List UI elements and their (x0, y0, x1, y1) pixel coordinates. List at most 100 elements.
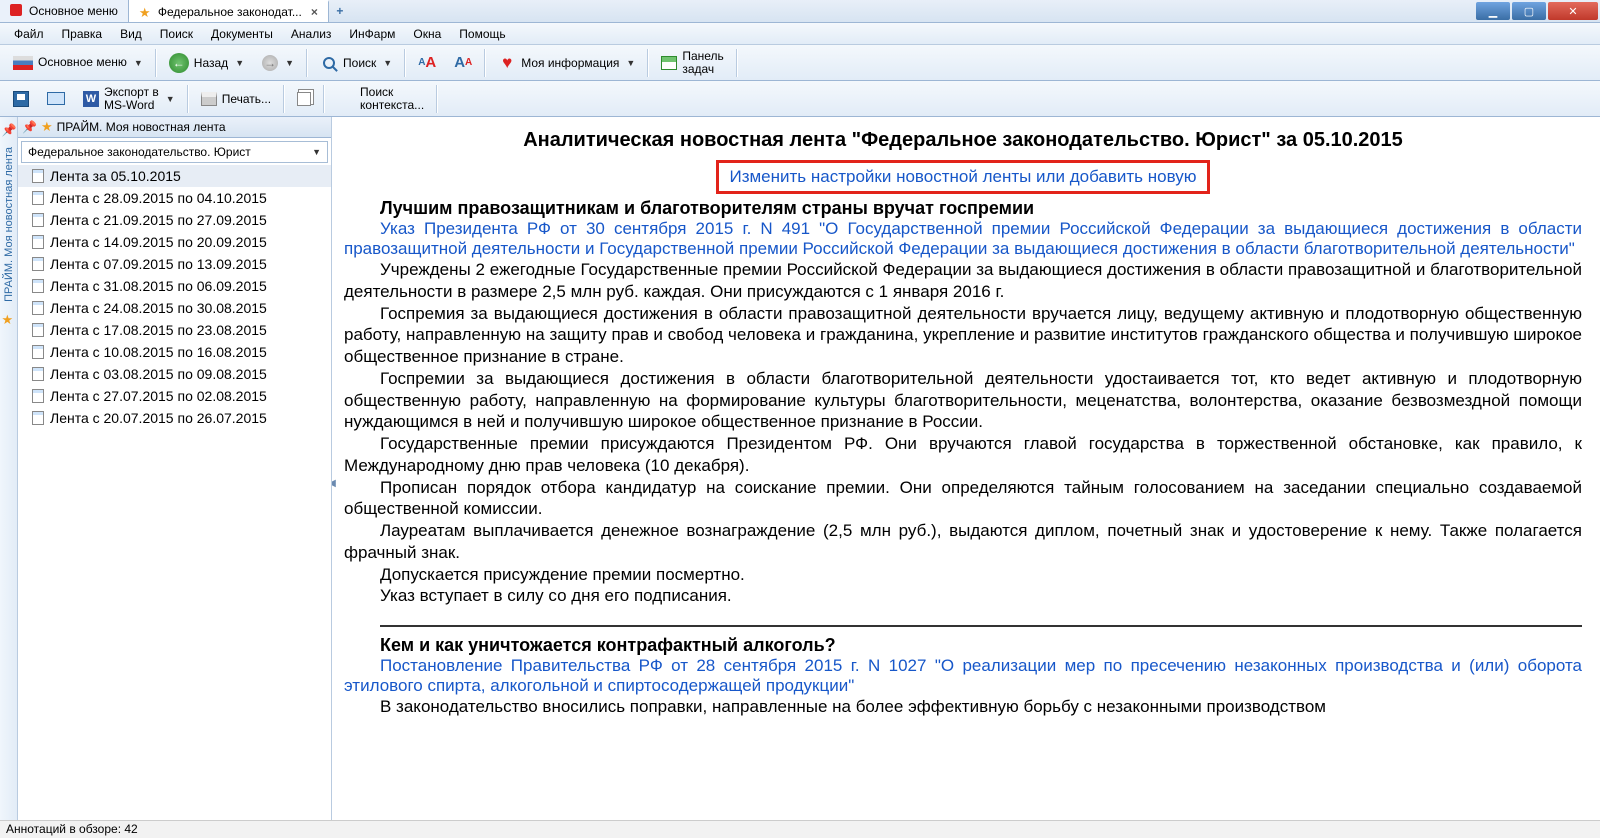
tree-header: 📌 ★ ПРАЙМ. Моя новостная лента (18, 117, 331, 138)
list-item[interactable]: Лента с 20.07.2015 по 26.07.2015 (18, 407, 331, 429)
list-item-label: Лента с 20.07.2015 по 26.07.2015 (50, 410, 267, 426)
star-icon: ★ (41, 119, 53, 135)
heart-icon: ♥ (498, 54, 516, 72)
menu-windows[interactable]: Окна (405, 25, 449, 43)
my-info-button[interactable]: ♥ Моя информация ▼ (489, 50, 644, 76)
list-item[interactable]: Лента с 24.08.2015 по 30.08.2015 (18, 297, 331, 319)
print-label: Печать... (222, 92, 271, 106)
list-item[interactable]: Лента с 17.08.2015 по 23.08.2015 (18, 319, 331, 341)
back-button[interactable]: ← Назад ▼ (160, 49, 253, 77)
paragraph: В законодательство вносились поправки, н… (344, 696, 1582, 718)
separator (380, 625, 1582, 627)
tree-list: Лента за 05.10.2015 Лента с 28.09.2015 п… (18, 165, 331, 820)
back-icon: ← (169, 53, 189, 73)
find-context-button[interactable]: Поискконтекста... (328, 82, 433, 115)
tab-label: Основное меню (29, 4, 118, 18)
search-icon (320, 54, 338, 72)
settings-link[interactable]: Изменить настройки новостной ленты или д… (716, 160, 1209, 194)
chevron-down-icon: ▼ (383, 58, 392, 68)
list-item[interactable]: Лента с 31.08.2015 по 06.09.2015 (18, 275, 331, 297)
tab-document[interactable]: ★ Федеральное законодат... × (129, 0, 329, 22)
menu-file[interactable]: Файл (6, 25, 52, 43)
list-item[interactable]: Лента с 10.08.2015 по 16.08.2015 (18, 341, 331, 363)
document-link[interactable]: Указ Президента РФ от 30 сентября 2015 г… (344, 219, 1582, 259)
task-panel-button[interactable]: Панельзадач (652, 46, 732, 79)
tab-label: Федеральное законодат... (158, 5, 302, 19)
maximize-button[interactable]: ▢ (1512, 2, 1546, 20)
close-button[interactable]: ✕ (1548, 2, 1598, 20)
doc-icon (32, 191, 44, 205)
list-item[interactable]: Лента с 27.07.2015 по 02.08.2015 (18, 385, 331, 407)
forward-icon: → (262, 55, 278, 71)
menubar: Файл Правка Вид Поиск Документы Анализ И… (0, 23, 1600, 45)
list-item-label: Лента с 28.09.2015 по 04.10.2015 (50, 190, 267, 206)
pin-icon[interactable]: 📌 (22, 120, 37, 134)
search-label: Поиск (343, 56, 376, 70)
font-decrease-icon: AA (454, 54, 472, 72)
page-title: Аналитическая новостная лента "Федеральн… (344, 129, 1582, 152)
main-menu-button[interactable]: Основное меню ▼ (4, 52, 152, 74)
splitter-handle[interactable]: ◀ (332, 469, 335, 499)
menu-analysis[interactable]: Анализ (283, 25, 340, 43)
font-increase-button[interactable]: AA (409, 50, 445, 76)
rail-label[interactable]: ПРАЙМ. Моя новостная лента (3, 143, 15, 306)
doc-icon (32, 411, 44, 425)
article-heading: Лучшим правозащитникам и благотворителям… (344, 198, 1582, 219)
list-item[interactable]: Лента с 28.09.2015 по 04.10.2015 (18, 187, 331, 209)
titlebar: Основное меню ★ Федеральное законодат...… (0, 0, 1600, 23)
pin-icon[interactable]: 📌 (2, 123, 16, 137)
menu-view[interactable]: Вид (112, 25, 150, 43)
panel-label2: задач (682, 62, 714, 76)
list-item-label: Лента с 24.08.2015 по 30.08.2015 (50, 300, 267, 316)
chevron-down-icon: ▼ (166, 94, 175, 104)
star-icon: ★ (139, 5, 153, 19)
tree-panel: 📌 ★ ПРАЙМ. Моя новостная лента Федеральн… (18, 117, 332, 820)
toolbar-main: Основное меню ▼ ← Назад ▼ → ▼ Поиск ▼ AA… (0, 45, 1600, 81)
copy-icon (297, 92, 311, 106)
minimize-button[interactable]: ▁ (1476, 2, 1510, 20)
menu-help[interactable]: Помощь (451, 25, 513, 43)
left-rail: 📌 ПРАЙМ. Моя новостная лента ★ (0, 117, 18, 820)
list-item-label: Лента с 27.07.2015 по 02.08.2015 (50, 388, 267, 404)
font-increase-icon: AA (418, 54, 436, 72)
list-item[interactable]: Лента с 21.09.2015 по 27.09.2015 (18, 209, 331, 231)
copy-button[interactable] (288, 88, 320, 110)
menu-documents[interactable]: Документы (203, 25, 281, 43)
menu-edit[interactable]: Правка (54, 25, 111, 43)
doc-icon (32, 323, 44, 337)
paragraph: Указ вступает в силу со дня его подписан… (344, 585, 1582, 607)
new-tab-button[interactable]: + (329, 0, 351, 22)
doc-icon (32, 345, 44, 359)
menu-search[interactable]: Поиск (152, 25, 201, 43)
font-decrease-button[interactable]: AA (445, 50, 481, 76)
list-item[interactable]: Лента с 03.08.2015 по 09.08.2015 (18, 363, 331, 385)
document-link[interactable]: Постановление Правительства РФ от 28 сен… (344, 656, 1582, 696)
print-button[interactable]: Печать... (192, 88, 280, 110)
tab-main-menu[interactable]: Основное меню (0, 0, 129, 22)
back-label: Назад (194, 56, 228, 70)
list-item[interactable]: Лента с 14.09.2015 по 20.09.2015 (18, 231, 331, 253)
export-word-button[interactable]: W Экспорт вMS-Word ▼ (74, 82, 184, 115)
forward-button[interactable]: → ▼ (253, 51, 303, 75)
doc-icon (32, 213, 44, 227)
paragraph: Прописан порядок отбора кандидатур на со… (344, 477, 1582, 521)
save-button[interactable] (4, 87, 38, 111)
folder-icon (47, 92, 65, 105)
status-text: Аннотаций в обзоре: 42 (6, 822, 138, 836)
save-icon (13, 91, 29, 107)
main-menu-label: Основное меню (38, 55, 127, 69)
doc-icon (32, 301, 44, 315)
list-item[interactable]: Лента за 05.10.2015 (18, 165, 331, 187)
close-icon[interactable]: × (311, 5, 318, 19)
tree-dropdown[interactable]: Федеральное законодательство. Юрист ▼ (21, 141, 328, 163)
star-icon[interactable]: ★ (2, 312, 16, 326)
list-item[interactable]: Лента с 07.09.2015 по 13.09.2015 (18, 253, 331, 275)
flag-icon (13, 56, 33, 70)
article: Лучшим правозащитникам и благотворителям… (344, 198, 1582, 607)
doc-icon (32, 389, 44, 403)
paragraph: Государственные премии присуждаются През… (344, 433, 1582, 477)
tree-title: ПРАЙМ. Моя новостная лента (57, 120, 226, 134)
open-button[interactable] (38, 88, 74, 109)
search-button[interactable]: Поиск ▼ (311, 50, 401, 76)
menu-infarm[interactable]: ИнФарм (341, 25, 403, 43)
